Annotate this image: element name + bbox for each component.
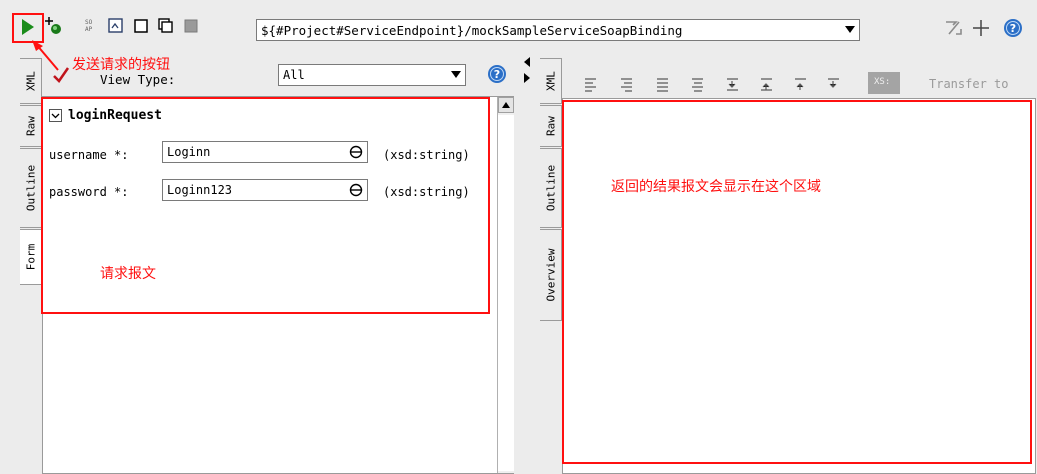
tab-overview[interactable]: Overview bbox=[540, 229, 562, 321]
xs-button[interactable]: XS: bbox=[868, 72, 900, 94]
tile-button[interactable] bbox=[158, 18, 174, 34]
chevron-down-icon bbox=[845, 26, 855, 33]
endpoint-select[interactable]: ${#Project#ServiceEndpoint}/mockSampleSe… bbox=[256, 19, 860, 41]
tab-xml[interactable]: XML bbox=[540, 58, 562, 104]
stop-button[interactable] bbox=[184, 19, 198, 33]
help-icon: ? bbox=[1004, 19, 1022, 37]
splitter-arrows-icon[interactable] bbox=[521, 56, 533, 86]
help-icon[interactable]: ? bbox=[487, 64, 507, 84]
chevron-up-icon bbox=[502, 102, 510, 108]
transfer-to-label[interactable]: Transfer to bbox=[929, 77, 1008, 91]
encode-icon bbox=[108, 18, 123, 33]
request-scrollbar[interactable] bbox=[497, 97, 514, 473]
encode-button[interactable] bbox=[108, 18, 124, 34]
add-button[interactable] bbox=[972, 19, 990, 37]
chevron-down-icon bbox=[451, 71, 461, 78]
response-area-annotation: 返回的结果报文会显示在这个区域 bbox=[611, 179, 821, 195]
view-type-row: View Type: All ? bbox=[46, 58, 516, 94]
scroll-up-button[interactable] bbox=[498, 97, 514, 113]
response-tabs: XML Raw Outline Overview bbox=[540, 58, 562, 338]
view-type-label: View Type: bbox=[100, 72, 176, 87]
svg-text:?: ? bbox=[494, 68, 500, 81]
request-body-annotation: 请求报文 bbox=[100, 266, 156, 282]
tile-icon bbox=[158, 18, 173, 33]
format-button[interactable]: SO AP bbox=[84, 17, 100, 33]
request-tabs: XML Raw Outline Form bbox=[20, 58, 42, 298]
resize-icon bbox=[946, 21, 962, 35]
tab-raw[interactable]: Raw bbox=[540, 105, 562, 147]
request-toolbar: SO AP ${#Project#ServiceEndpoint}/mockSa… bbox=[0, 0, 1037, 50]
tab-outline[interactable]: Outline bbox=[20, 148, 42, 228]
svg-text:?: ? bbox=[1010, 22, 1016, 35]
svg-text:AP: AP bbox=[85, 26, 93, 33]
svg-text:SO: SO bbox=[85, 19, 93, 26]
tab-raw[interactable]: Raw bbox=[20, 105, 42, 147]
add-assertion-icon bbox=[45, 17, 61, 34]
add-assertion-button[interactable] bbox=[44, 16, 64, 36]
window-button[interactable] bbox=[134, 19, 148, 33]
stop-icon bbox=[184, 19, 198, 33]
format-icon: SO AP bbox=[85, 19, 93, 33]
help-button[interactable]: ? bbox=[1003, 18, 1023, 38]
resize-button[interactable] bbox=[945, 20, 963, 36]
tab-xml[interactable]: XML bbox=[20, 58, 42, 104]
checkmark-icon bbox=[53, 67, 70, 83]
window-icon bbox=[134, 19, 148, 33]
plus-icon bbox=[973, 20, 989, 36]
response-toolbar: XS: Transfer to bbox=[566, 70, 1037, 98]
view-type-select[interactable]: All bbox=[278, 64, 466, 86]
tab-outline[interactable]: Outline bbox=[540, 148, 562, 228]
tab-form[interactable]: Form bbox=[20, 229, 42, 285]
send-button-highlight bbox=[12, 13, 44, 43]
endpoint-value: ${#Project#ServiceEndpoint}/mockSampleSe… bbox=[261, 23, 683, 38]
response-area-highlight bbox=[562, 100, 1032, 464]
pane-splitter[interactable] bbox=[516, 50, 538, 474]
format-icons-strip[interactable] bbox=[584, 76, 854, 92]
scroll-thumb[interactable] bbox=[498, 115, 514, 471]
